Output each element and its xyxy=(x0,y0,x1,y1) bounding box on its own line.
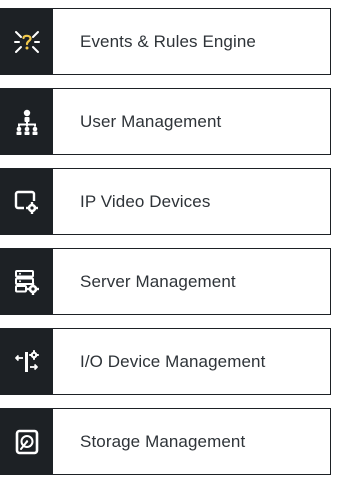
org-hierarchy-icon xyxy=(1,89,53,154)
menu-item-user-management[interactable]: User Management xyxy=(0,88,331,155)
storage-disk-icon xyxy=(1,409,53,474)
menu-item-label: Events & Rules Engine xyxy=(80,31,256,51)
io-device-gear-icon xyxy=(1,329,53,394)
menu-item-label: I/O Device Management xyxy=(80,351,266,371)
menu-item-label: User Management xyxy=(80,111,222,131)
menu-item-events-rules-engine[interactable]: Events & Rules Engine xyxy=(0,8,331,75)
server-gear-icon xyxy=(1,249,53,314)
menu-item-storage-management[interactable]: Storage Management xyxy=(0,408,331,475)
menu-item-server-management[interactable]: Server Management xyxy=(0,248,331,315)
menu-item-label: Storage Management xyxy=(80,431,246,451)
menu-item-label: Server Management xyxy=(80,271,236,291)
menu-item-io-device-management[interactable]: I/O Device Management xyxy=(0,328,331,395)
video-device-gear-icon xyxy=(1,169,53,234)
events-rules-icon xyxy=(1,9,53,74)
menu-item-ip-video-devices[interactable]: IP Video Devices xyxy=(0,168,331,235)
menu-item-label: IP Video Devices xyxy=(80,191,211,211)
settings-menu: Events & Rules Engine User Management IP… xyxy=(0,0,361,483)
